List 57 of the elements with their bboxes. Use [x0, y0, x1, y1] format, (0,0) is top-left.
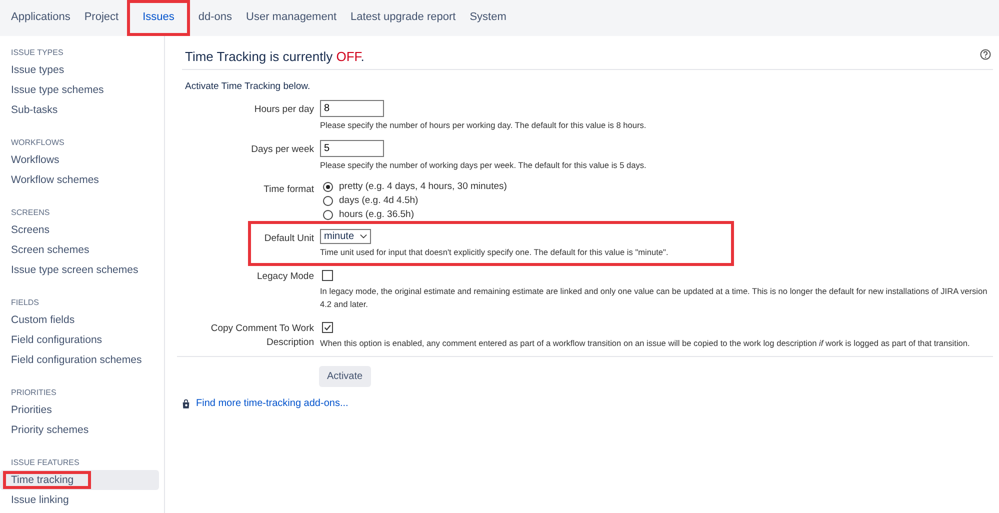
radio-button[interactable] [323, 210, 333, 220]
intro-text: Activate Time Tracking below. [185, 81, 312, 92]
field-label: Legacy Mode [256, 270, 314, 284]
sidebar-item[interactable]: Workflows [0, 150, 159, 170]
section-heading: WORKFLOWS [10, 137, 66, 149]
sidebar-item[interactable]: Workflow schemes [0, 170, 159, 190]
sidebar-item[interactable]: Custom fields [0, 310, 159, 330]
sidebar-item[interactable]: Time tracking [0, 470, 159, 490]
radio-button[interactable] [323, 196, 333, 206]
sidebar-item[interactable]: Issue type schemes [0, 80, 159, 100]
checkbox[interactable] [322, 270, 333, 281]
field-hint: Time unit used for input that doesn't explicitly specify one. The default for this value is "minute". [320, 246, 668, 259]
activate-button[interactable]: Activate [319, 366, 371, 387]
section-heading: ISSUE TYPES [10, 47, 64, 59]
radio-label[interactable]: hours (e.g. 36.5h) [339, 208, 414, 221]
shopping-bag-icon [182, 398, 190, 408]
text-input[interactable]: 5 [320, 140, 384, 157]
sidebar-item[interactable]: Screens [0, 220, 159, 240]
field-label: Time format [262, 183, 314, 197]
nav-tab[interactable]: System [462, 0, 514, 36]
field-hint: Please specify the number of working days per week. The default for this value is 5 days. [320, 159, 646, 172]
nav-tab[interactable]: Issues [136, 0, 182, 36]
help-icon[interactable] [980, 48, 991, 60]
unit-dropdown[interactable]: minute [320, 229, 372, 244]
nav-tab[interactable]: User management [239, 0, 344, 36]
radio-label[interactable]: days (e.g. 4d 4.5h) [339, 194, 418, 207]
chevron-down-icon [360, 234, 368, 239]
text-input[interactable]: 8 [320, 100, 384, 117]
sidebar-item[interactable]: Screen schemes [0, 240, 159, 260]
field-label: Hours per day [253, 103, 314, 117]
sidebar-item[interactable]: Issue types [0, 60, 159, 80]
nav-tab[interactable]: Latest upgrade report [344, 0, 463, 36]
sidebar-item[interactable]: Priorities [0, 400, 159, 420]
sidebar-item[interactable]: Field configurations [0, 330, 159, 350]
field-label: Default Unit [263, 232, 314, 246]
field-hint: In legacy mode, the original estimate and remaining estimate are linked and only one value can be updated at a time. This is no longer the default for new installations of JIRA version 4.2 and later. [320, 285, 988, 311]
add-ons-link[interactable]: Find more time-tracking add-ons... [196, 398, 348, 409]
radio-button[interactable] [323, 182, 333, 192]
field-label: Days per week [250, 143, 314, 157]
sidebar-item[interactable]: Issue type screen schemes [0, 260, 159, 280]
sidebar-item[interactable]: Issue linking [0, 490, 159, 510]
page-title: Time Tracking is currently OFF. [185, 49, 364, 64]
sidebar-item[interactable]: Priority schemes [0, 420, 159, 440]
field-hint: When this option is enabled, any comment entered as part of a workflow transition on an issue will be copied to the work log description if work is logged as part of that transition. [320, 337, 970, 350]
field-label: Copy Comment To Work Description [210, 322, 314, 350]
nav-tab[interactable]: Applications [4, 0, 78, 36]
radio-label[interactable]: pretty (e.g. 4 days, 4 hours, 30 minutes) [339, 180, 507, 193]
nav-tab[interactable]: Project [77, 0, 126, 36]
nav-tab[interactable]: dd-ons [191, 0, 240, 36]
section-heading: ISSUE FEATURES [10, 457, 80, 469]
sidebar-item[interactable]: Field configuration schemes [0, 350, 159, 370]
sidebar-item[interactable]: Sub-tasks [0, 100, 159, 120]
section-heading: PRIORITIES [10, 387, 58, 399]
section-heading: SCREENS [10, 207, 51, 219]
checkbox[interactable] [322, 322, 333, 333]
section-heading: FIELDS [10, 297, 40, 309]
field-hint: Please specify the number of hours per working day. The default for this value is 8 hours. [320, 119, 646, 132]
